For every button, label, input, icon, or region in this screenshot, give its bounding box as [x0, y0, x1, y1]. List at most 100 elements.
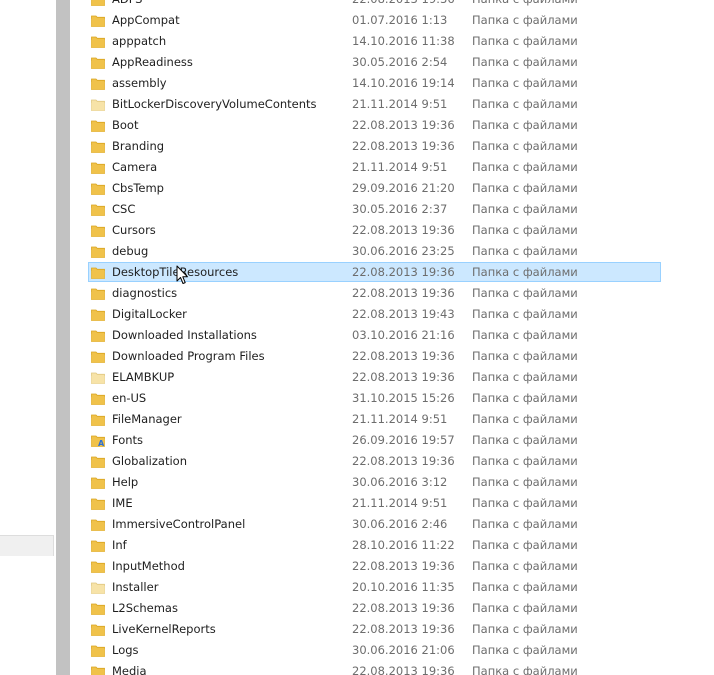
file-date-modified: 22.08.2013 19:36 — [352, 118, 455, 132]
file-type: Папка с файлами — [472, 412, 578, 426]
file-type: Папка с файлами — [472, 538, 578, 552]
folder-icon — [91, 560, 105, 573]
file-type: Папка с файлами — [472, 496, 578, 510]
file-name: DigitalLocker — [112, 307, 187, 321]
file-list-row[interactable]: LiveKernelReports 22.08.2013 19:36 Папка с… — [88, 619, 661, 639]
file-date-modified: 14.10.2016 11:38 — [352, 34, 455, 48]
file-type: Папка с файлами — [472, 286, 578, 300]
file-type: Папка с файлами — [472, 454, 578, 468]
navigation-pane-item[interactable] — [0, 535, 54, 556]
file-type: Папка с файлами — [472, 265, 578, 279]
file-list-row[interactable]: BitLockerDiscoveryVolumeContents 21.11.20… — [88, 94, 661, 114]
folder-icon — [91, 539, 105, 552]
file-list-row[interactable]: debug 30.06.2016 23:25 Папка с файлами — [88, 241, 661, 261]
file-list-row[interactable]: CSC 30.05.2016 2:37 Папка с файлами — [88, 199, 661, 219]
file-name: assembly — [112, 76, 167, 90]
folder-icon — [91, 665, 105, 675]
file-list-row[interactable]: A Fonts 26.09.2016 19:57 Папка с файлами — [88, 430, 661, 450]
file-type: Папка с файлами — [472, 370, 578, 384]
file-name: Help — [112, 475, 139, 489]
file-list-row[interactable]: Downloaded Installations 03.10.2016 21:16… — [88, 325, 661, 345]
file-date-modified: 03.10.2016 21:16 — [352, 328, 455, 342]
folder-icon — [91, 413, 105, 426]
file-list-row[interactable]: Branding 22.08.2013 19:36 Папка с файлами — [88, 136, 661, 156]
file-type: Папка с файлами — [472, 475, 578, 489]
folder-icon — [91, 35, 105, 48]
file-list-row[interactable]: Boot 22.08.2013 19:36 Папка с файлами — [88, 115, 661, 135]
folder-icon — [91, 497, 105, 510]
file-date-modified: 22.08.2013 19:36 — [352, 349, 455, 363]
folder-icon — [91, 140, 105, 153]
fonts-folder-icon: A — [91, 434, 105, 448]
file-type: Папка с файлами — [472, 622, 578, 636]
file-list-row[interactable]: assembly 14.10.2016 19:14 Папка с файлами — [88, 73, 661, 93]
file-list: ADFS22.08.2013 19:36Папка с файламиAppCo… — [70, 0, 714, 675]
file-name: Camera — [112, 160, 158, 174]
file-name: LiveKernelReports — [112, 622, 216, 636]
file-type: Папка с файлами — [472, 0, 578, 6]
file-date-modified: 30.05.2016 2:37 — [352, 202, 448, 216]
file-list-row[interactable]: DigitalLocker 22.08.2013 19:43 Папка с фай… — [88, 304, 661, 324]
file-name: Boot — [112, 118, 139, 132]
file-date-modified: 30.05.2016 2:54 — [352, 55, 448, 69]
file-name: Installer — [112, 580, 159, 594]
file-name: Fonts — [112, 433, 144, 447]
file-type: Папка с файлами — [472, 97, 578, 111]
folder-icon — [91, 287, 105, 300]
file-list-row[interactable]: FileManager 21.11.2014 9:51 Папка с файлам… — [88, 409, 661, 429]
navigation-pane-scrollbar[interactable] — [56, 0, 70, 675]
file-type: Папка с файлами — [472, 223, 578, 237]
folder-icon — [91, 161, 105, 174]
file-list-row[interactable]: en-US 31.10.2015 15:26 Папка с файлами — [88, 388, 661, 408]
empty-folder-icon — [91, 581, 105, 594]
file-list-row[interactable]: Camera 21.11.2014 9:51 Папка с файлами — [88, 157, 661, 177]
file-date-modified: 21.11.2014 9:51 — [352, 97, 448, 111]
file-list-row[interactable]: Installer 20.10.2016 11:35 Папка с файлами — [88, 577, 661, 597]
file-list-row[interactable]: Logs 30.06.2016 21:06 Папка с файлами — [88, 640, 661, 660]
empty-folder-icon — [91, 371, 105, 384]
folder-icon — [91, 329, 105, 342]
file-date-modified: 22.08.2013 19:36 — [352, 370, 455, 384]
file-list-row[interactable]: Cursors 22.08.2013 19:36 Папка с файлами — [88, 220, 661, 240]
file-list-row[interactable]: CbsTemp 29.09.2016 21:20 Папка с файлами — [88, 178, 661, 198]
file-date-modified: 22.08.2013 19:36 — [352, 454, 455, 468]
file-list-row[interactable]: ADFS 22.08.2013 19:36 Папка с файлами — [88, 0, 661, 9]
file-type: Папка с файлами — [472, 643, 578, 657]
folder-icon — [91, 476, 105, 489]
file-date-modified: 22.08.2013 19:36 — [352, 622, 455, 636]
file-list-row[interactable]: apppatch 14.10.2016 11:38 Папка с файлами — [88, 31, 661, 51]
file-list-row[interactable]: Help 30.06.2016 3:12 Папка с файлами — [88, 472, 661, 492]
file-type: Папка с файлами — [472, 391, 578, 405]
file-list-row[interactable]: InputMethod 22.08.2013 19:36 Папка с файла… — [88, 556, 661, 576]
file-list-row[interactable]: DesktopTileResources 22.08.2013 19:36 Папк… — [88, 262, 661, 282]
file-type: Папка с файлами — [472, 76, 578, 90]
file-list-row[interactable]: L2Schemas 22.08.2013 19:36 Папка с файлами — [88, 598, 661, 618]
file-type: Папка с файлами — [472, 13, 578, 27]
file-type: Папка с файлами — [472, 34, 578, 48]
file-date-modified: 31.10.2015 15:26 — [352, 391, 455, 405]
file-type: Папка с файлами — [472, 160, 578, 174]
folder-icon — [91, 392, 105, 405]
folder-icon — [91, 602, 105, 615]
file-list-row[interactable]: Globalization 22.08.2013 19:36 Папка с фай… — [88, 451, 661, 471]
file-date-modified: 30.06.2016 21:06 — [352, 643, 455, 657]
file-date-modified: 22.08.2013 19:36 — [352, 0, 455, 6]
file-list-row[interactable]: Media 22.08.2013 19:36 Папка с файлами — [88, 661, 661, 675]
file-list-row[interactable]: AppReadiness 30.05.2016 2:54 Папка с файла… — [88, 52, 661, 72]
file-list-row[interactable]: diagnostics 22.08.2013 19:36 Папка с файла… — [88, 283, 661, 303]
file-list-row[interactable]: ImmersiveControlPanel 30.06.2016 2:46 Папк… — [88, 514, 661, 534]
file-name: ELAMBKUP — [112, 370, 175, 384]
file-list-row[interactable]: AppCompat 01.07.2016 1:13 Папка с файлами — [88, 10, 661, 30]
file-name: ADFS — [112, 0, 142, 6]
file-name: FileManager — [112, 412, 182, 426]
folder-icon — [91, 14, 105, 27]
file-date-modified: 14.10.2016 19:14 — [352, 76, 455, 90]
file-date-modified: 22.08.2013 19:36 — [352, 139, 455, 153]
file-date-modified: 28.10.2016 11:22 — [352, 538, 455, 552]
file-list-row[interactable]: Downloaded Program Files 22.08.2013 19:36… — [88, 346, 661, 366]
file-list-row[interactable]: Inf 28.10.2016 11:22 Папка с файлами — [88, 535, 661, 555]
file-list-row[interactable]: IME 21.11.2014 9:51 Папка с файлами — [88, 493, 661, 513]
file-name: debug — [112, 244, 149, 258]
file-list-row[interactable]: ELAMBKUP 22.08.2013 19:36 Папка с файлами — [88, 367, 661, 387]
file-type: Папка с файлами — [472, 664, 578, 675]
